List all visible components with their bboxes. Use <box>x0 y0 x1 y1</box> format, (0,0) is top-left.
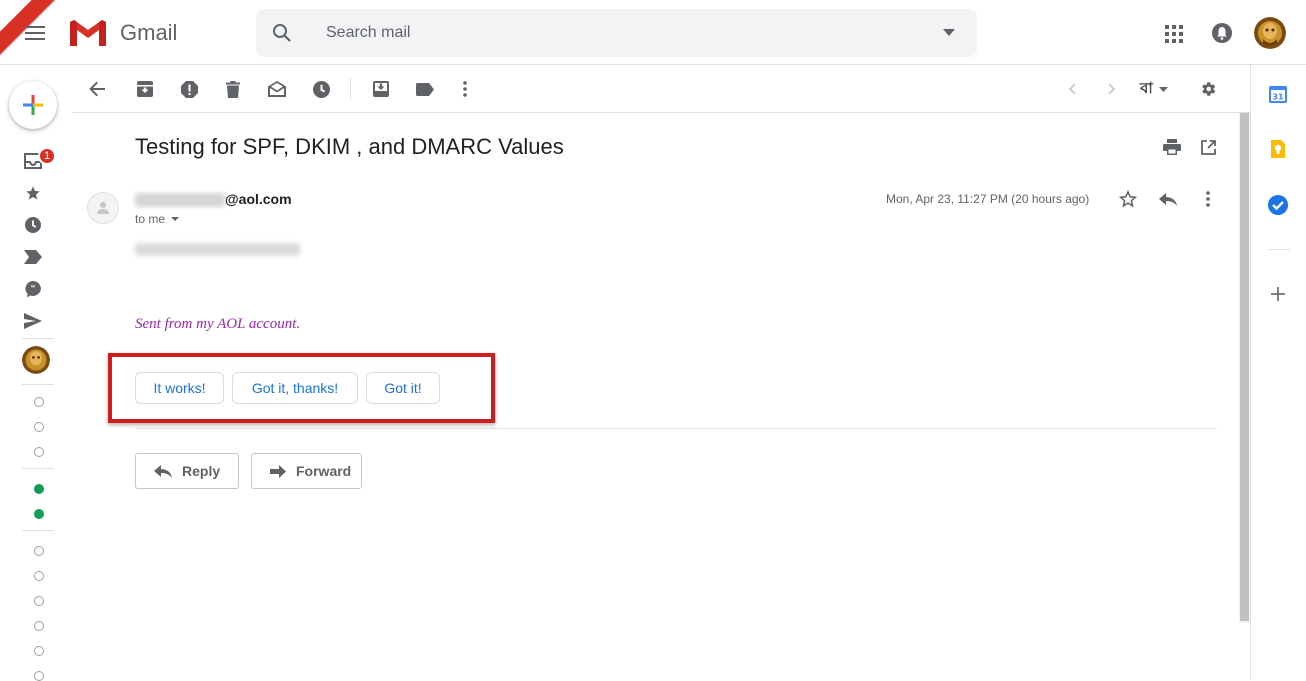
older-chevron-right-icon[interactable] <box>1098 75 1126 103</box>
scrollbar-thumb[interactable] <box>1240 113 1249 621</box>
settings-gear-icon[interactable] <box>1194 75 1222 103</box>
gmail-logo-icon[interactable] <box>68 18 108 48</box>
account-avatar[interactable] <box>1254 17 1286 49</box>
forward-button[interactable]: Forward <box>251 453 362 489</box>
search-input[interactable]: Search mail <box>326 24 410 42</box>
input-language-label: বা <box>1140 79 1153 97</box>
newer-chevron-left-icon[interactable] <box>1058 75 1086 103</box>
input-tools-button[interactable]: বা <box>1140 79 1168 99</box>
move-to-icon[interactable] <box>367 75 395 103</box>
email-signature: Sent from my AOL account. <box>135 316 301 332</box>
compose-button[interactable] <box>9 81 57 129</box>
side-panel-divider <box>1268 249 1290 250</box>
highlight-annotation-box <box>108 353 495 423</box>
search-icon[interactable] <box>268 19 296 47</box>
contact-status-dot[interactable] <box>34 671 44 681</box>
print-icon[interactable] <box>1158 133 1186 161</box>
report-spam-icon[interactable] <box>175 75 203 103</box>
toolbar-separator <box>72 112 1250 113</box>
app-title: Gmail <box>120 20 178 45</box>
hangouts-avatar[interactable] <box>22 346 50 374</box>
reply-arrow-icon <box>154 464 172 478</box>
mark-unread-icon[interactable] <box>263 75 291 103</box>
rail-divider <box>22 530 54 531</box>
main-menu-button[interactable] <box>20 18 50 48</box>
snoozed-clock-icon[interactable] <box>19 211 47 239</box>
recipient-label: to me <box>135 212 166 226</box>
message-more-options-icon[interactable] <box>1194 185 1222 213</box>
email-date: Mon, Apr 23, 11:27 PM (20 hours ago) <box>886 192 1090 206</box>
contact-status-dot[interactable] <box>34 646 44 656</box>
add-addon-plus-icon[interactable] <box>1264 280 1292 308</box>
contact-status-dot[interactable] <box>34 596 44 606</box>
sender-name-redacted <box>135 193 225 207</box>
archive-icon[interactable] <box>131 75 159 103</box>
calendar-icon[interactable]: 31 <box>1264 80 1292 108</box>
starred-icon[interactable] <box>19 179 47 207</box>
forward-label: Forward <box>296 463 352 479</box>
back-arrow-icon[interactable] <box>83 75 111 103</box>
tasks-check-icon[interactable] <box>1264 191 1292 219</box>
inbox-unread-badge: 1 <box>38 147 56 165</box>
more-options-icon[interactable] <box>451 75 479 103</box>
person-icon <box>97 202 109 214</box>
chat-quote-icon[interactable]: " <box>19 275 47 303</box>
toolbar-divider <box>350 78 351 100</box>
keep-bulb-icon[interactable] <box>1264 135 1292 163</box>
contact-status-dot[interactable] <box>34 621 44 631</box>
open-in-new-window-icon[interactable] <box>1194 133 1222 161</box>
contact-status-dot[interactable] <box>34 447 44 457</box>
contact-online-dot[interactable] <box>34 509 44 519</box>
search-options-dropdown-icon[interactable] <box>937 20 961 44</box>
sender-email-domain[interactable]: @aol.com <box>225 191 292 207</box>
sent-icon[interactable] <box>19 307 47 335</box>
email-body-redacted <box>135 243 300 256</box>
notifications-icon[interactable] <box>1208 19 1236 47</box>
hamburger-icon <box>25 26 45 40</box>
important-label-icon[interactable] <box>19 243 47 271</box>
contact-status-dot[interactable] <box>34 571 44 581</box>
rail-divider <box>22 384 54 385</box>
rail-divider <box>22 338 54 339</box>
message-divider <box>135 428 1217 429</box>
calendar-day: 31 <box>1272 93 1284 102</box>
plus-icon <box>23 95 43 115</box>
email-subject: Testing for SPF, DKIM , and DMARC Values <box>135 134 564 159</box>
contact-status-dot[interactable] <box>34 422 44 432</box>
top-bar: Gmail Search mail <box>0 0 1306 65</box>
forward-arrow-icon <box>270 464 286 478</box>
snooze-clock-icon[interactable] <box>307 75 335 103</box>
contact-status-dot[interactable] <box>34 546 44 556</box>
reply-arrow-icon[interactable] <box>1154 185 1182 213</box>
svg-text:": " <box>31 285 36 295</box>
rail-divider <box>22 468 54 469</box>
reply-button[interactable]: Reply <box>135 453 239 489</box>
contact-online-dot[interactable] <box>34 484 44 494</box>
reply-label: Reply <box>182 463 221 479</box>
contact-status-dot[interactable] <box>34 397 44 407</box>
star-outline-icon[interactable] <box>1114 185 1142 213</box>
label-icon[interactable] <box>411 75 439 103</box>
chevron-down-icon <box>171 217 180 221</box>
delete-trash-icon[interactable] <box>219 75 247 103</box>
recipient-details-toggle[interactable]: to me <box>135 212 180 226</box>
sender-avatar[interactable] <box>87 192 119 224</box>
chevron-down-icon <box>1158 86 1168 92</box>
apps-grid-icon[interactable] <box>1160 20 1188 48</box>
